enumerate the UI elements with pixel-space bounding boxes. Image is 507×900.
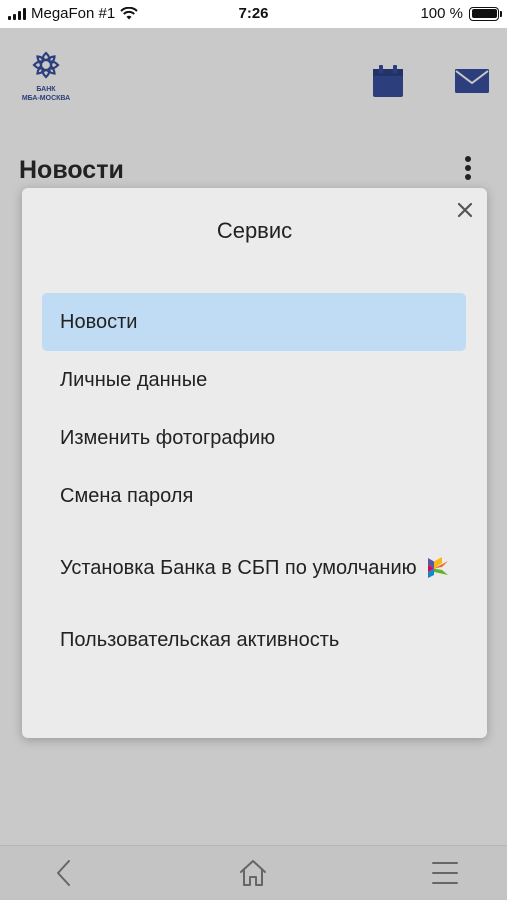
modal-title: Сервис [216,218,293,243]
menu-item-label: Пользовательская активность [60,629,340,651]
app-header: БАНК МБА-МОСКВА [0,28,507,138]
more-vertical-icon-dot [465,156,471,162]
bank-logo[interactable]: БАНК МБА-МОСКВА [14,50,78,103]
page-title: Новости [19,156,124,184]
logo-text-line1: БАНК [36,86,56,93]
menu-item-news[interactable]: Новости [42,293,466,351]
home-icon [240,860,266,886]
close-button[interactable] [455,200,475,220]
status-right: 100 % [420,5,502,22]
bank-logo-icon [32,51,60,79]
service-modal: Сервис Новости Личные данные Изменить фо… [22,188,487,738]
more-vertical-icon-dot [465,165,471,171]
menu-button[interactable] [430,858,460,888]
service-menu: Новости Личные данные Изменить фотографи… [42,293,466,669]
back-arrow-icon [57,860,70,886]
close-icon [457,202,473,218]
battery-percent: 100 % [420,5,463,22]
menu-item-change-password[interactable]: Смена пароля [42,467,466,525]
bottom-nav [0,845,507,900]
menu-item-user-activity[interactable]: Пользовательская активность [42,611,466,669]
menu-item-sbp-default-bank[interactable]: Установка Банка в СБП по умолчанию [42,525,466,611]
menu-item-label: Личные данные [60,369,208,391]
logo-text-line2: МБА-МОСКВА [21,95,71,102]
calendar-button[interactable] [372,64,404,98]
menu-item-label: Установка Банка в СБП по умолчанию [60,557,417,579]
menu-item-label: Новости [60,311,138,333]
calendar-icon [373,65,403,97]
battery-icon [469,6,502,21]
more-options-button[interactable] [458,156,478,186]
menu-item-label: Смена пароля [60,485,194,507]
menu-item-personal-data[interactable]: Личные данные [42,351,466,409]
back-button[interactable] [50,858,80,888]
sbp-icon [428,557,448,578]
mail-icon [455,69,489,93]
status-bar: MegaFon #1 7:26 100 % [0,0,507,28]
mail-button[interactable] [454,68,490,94]
menu-item-label: Изменить фотографию [60,427,276,449]
home-button[interactable] [238,858,268,888]
more-vertical-icon-dot [465,174,471,180]
menu-item-change-photo[interactable]: Изменить фотографию [42,409,466,467]
hamburger-menu-icon [432,862,458,884]
